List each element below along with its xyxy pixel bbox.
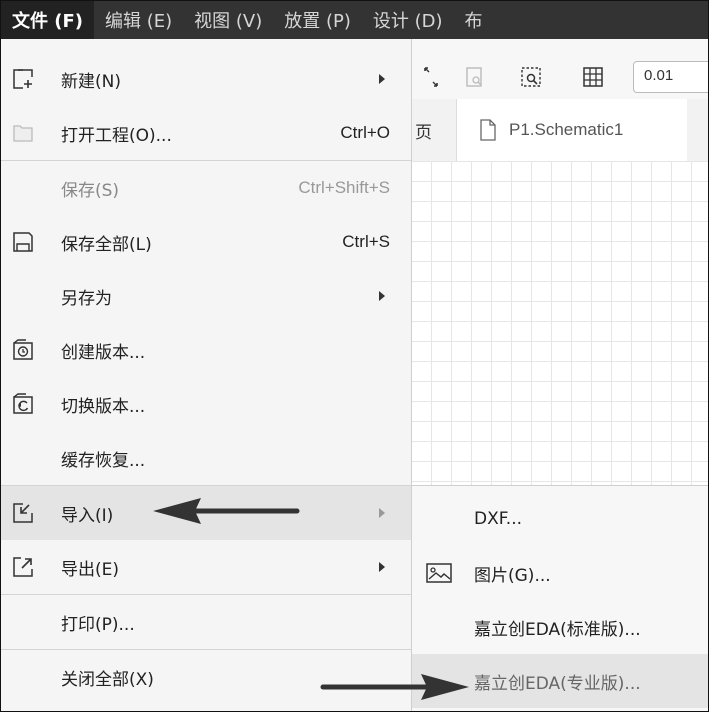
menu-item-import[interactable]: 导入(I) [1,486,411,540]
submenu-item-dxf[interactable]: DXF... [412,492,708,546]
menu-item-save-all[interactable]: 保存全部(L) Ctrl+S [1,215,411,269]
submenu-arrow-icon [379,508,385,518]
submenu-item-image-label: 图片(G)... [474,565,551,586]
menu-item-save-as[interactable]: 另存为 [1,269,411,323]
menu-edit[interactable]: 编辑 (E) [94,1,183,39]
submenu-item-dxf-label: DXF... [474,509,522,529]
submenu-arrow-icon [379,291,385,301]
menu-item-new[interactable]: 新建(N) [1,52,411,106]
menu-item-save[interactable]: 保存(S) Ctrl+Shift+S [1,161,411,215]
menu-item-new-label: 新建(N) [61,71,121,92]
switch-version-icon [13,393,33,414]
menu-item-save-label: 保存(S) [61,180,120,201]
menu-bar: 文件 (F) 编辑 (E) 视图 (V) 放置 (P) 设计 (D) 布 [1,1,708,39]
tab-schematic-label: P1.Schematic1 [509,120,624,139]
menu-item-close-all[interactable]: 关闭全部(X) [1,650,411,704]
menu-view[interactable]: 视图 (V) [183,1,273,39]
menu-item-print-label: 打印(P)... [61,614,135,635]
submenu-arrow-icon [379,562,385,572]
menu-item-cache-restore-label: 缓存恢复... [61,450,146,471]
submenu-item-eda-standard[interactable]: 嘉立创EDA(标准版)... [412,600,708,654]
file-menu: 新建(N) 打开工程(O)... Ctrl+O 保存(S) Ctrl+Shift… [1,39,412,711]
shortcut-save-all: Ctrl+S [342,232,390,251]
menu-item-save-all-label: 保存全部(L) [61,234,152,255]
submenu-item-eda-pro-label: 嘉立创EDA(专业版)... [474,673,641,694]
menu-item-export[interactable]: 导出(E) [1,540,411,594]
menu-design[interactable]: 设计 (D) [362,1,454,39]
save-all-icon [13,232,33,252]
menu-layout[interactable]: 布 [454,1,494,39]
menu-place[interactable]: 放置 (P) [273,1,362,39]
grid-icon[interactable] [581,65,605,89]
grid-size-input[interactable]: 0.01 [633,61,708,93]
import-icon [13,503,33,523]
shortcut-open: Ctrl+O [340,123,390,142]
menu-item-create-version[interactable]: 创建版本... [1,323,411,377]
image-icon [426,563,452,583]
menu-item-open-project[interactable]: 打开工程(O)... Ctrl+O [1,106,411,160]
menu-item-switch-version[interactable]: 切换版本... [1,377,411,431]
submenu-item-eda-standard-label: 嘉立创EDA(标准版)... [474,619,641,640]
menu-item-print[interactable]: 打印(P)... [1,595,411,649]
menu-item-switch-version-label: 切换版本... [61,396,146,417]
menu-item-open-project-label: 打开工程(O)... [61,125,172,146]
create-version-icon [13,339,33,360]
fit-view-icon[interactable] [419,65,443,89]
menu-item-create-version-label: 创建版本... [61,342,146,363]
submenu-arrow-icon [379,74,385,84]
export-icon [13,557,33,577]
import-submenu: DXF... 图片(G)... 嘉立创EDA(标准版)... 嘉立创EDA(专业… [411,485,708,711]
folder-icon [13,125,33,142]
tab-schematic[interactable]: P1.Schematic1 [457,99,687,161]
submenu-item-eda-pro[interactable]: 嘉立创EDA(专业版)... [412,654,708,708]
submenu-item-image[interactable]: 图片(G)... [412,546,708,600]
document-icon [480,119,496,141]
menu-item-import-label: 导入(I) [61,505,114,526]
zoom-selection-icon[interactable] [519,65,543,89]
shortcut-save: Ctrl+Shift+S [298,178,390,197]
menu-item-save-as-label: 另存为 [61,288,112,309]
menu-item-close-all-label: 关闭全部(X) [61,669,154,690]
document-tabs: 页 P1.Schematic1 [411,99,708,162]
tab-start-page[interactable]: 页 [411,99,457,161]
menu-item-export-label: 导出(E) [61,559,120,580]
app-window: 文件 (F) 编辑 (E) 视图 (V) 放置 (P) 设计 (D) 布 0.0… [0,0,709,712]
menu-file[interactable]: 文件 (F) [1,1,95,39]
menu-item-cache-restore[interactable]: 缓存恢复... [1,431,411,485]
new-file-icon [13,69,33,89]
zoom-area-disabled-icon[interactable] [463,65,487,89]
